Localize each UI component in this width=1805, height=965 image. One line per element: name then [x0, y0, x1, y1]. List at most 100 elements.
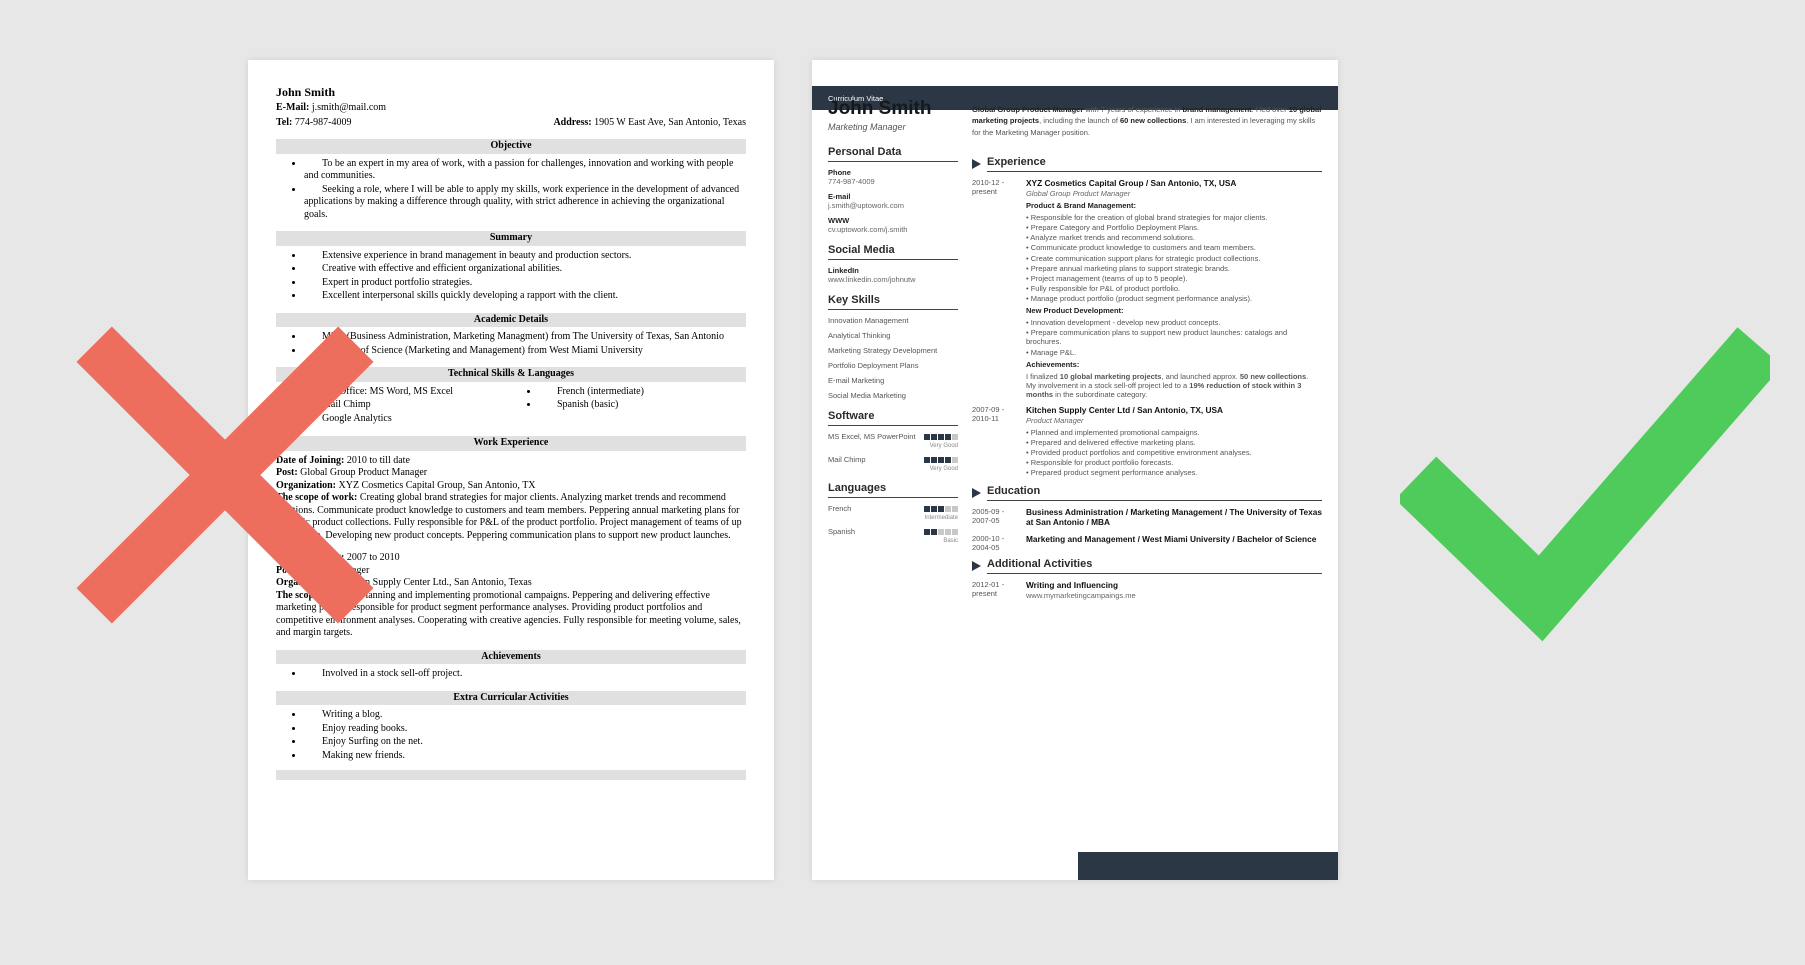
list-item: French (intermediate) — [539, 386, 746, 399]
bullet: Create communication support plans for s… — [1026, 254, 1322, 263]
arrow-right-icon — [972, 159, 981, 169]
bullet: Innovation development - develop new pro… — [1026, 318, 1322, 327]
title: Marketing Manager — [828, 122, 958, 132]
bullet: Project management (teams of up to 5 peo… — [1026, 274, 1322, 283]
list-item: Expert in product portfolio strategies. — [304, 277, 746, 290]
skill-item: Social Media Marketing — [828, 391, 958, 400]
summary: Global Group Product Manager with 7 year… — [972, 104, 1322, 138]
list-item: Mail Chimp — [304, 399, 511, 412]
footer-accent — [1078, 852, 1338, 880]
name: John Smith — [828, 98, 958, 120]
software-item: MS Excel, MS PowerPoint Very Good — [828, 432, 958, 449]
lang-skills: French (intermediate) Spanish (basic) — [511, 386, 746, 427]
list-item: Extensive experience in brand management… — [304, 250, 746, 263]
arrow-right-icon — [972, 561, 981, 571]
experience-2: 2007-09 - 2010-11 Kitchen Supply Center … — [972, 405, 1322, 479]
bullet: Provided product portfolios and competit… — [1026, 448, 1322, 457]
contact-email: E-mailj.smith@uptowork.com — [828, 192, 958, 210]
bullet: Planned and implemented promotional camp… — [1026, 428, 1322, 437]
name: John Smith — [276, 85, 386, 100]
academic-heading: Academic Details — [276, 313, 746, 328]
achievement-line: I finalized 10 global marketing projects… — [1026, 372, 1322, 381]
list-item: Spanish (basic) — [539, 399, 746, 412]
extra-heading: Extra Curricular Activities — [276, 691, 746, 706]
address: Address: 1905 W East Ave, San Antonio, T… — [553, 117, 746, 130]
list-item: Excellent interpersonal skills quickly d… — [304, 290, 746, 303]
bullet: Prepare Category and Portfolio Deploymen… — [1026, 223, 1322, 232]
achievement-line: My involvement in a stock sell-off proje… — [1026, 381, 1322, 399]
activities-heading: Additional Activities — [972, 558, 1322, 574]
list-item: Enjoy reading books. — [304, 723, 746, 736]
summary-list: Extensive experience in brand management… — [276, 250, 746, 303]
list-item: Bachelor of Science (Marketing and Manag… — [304, 345, 746, 358]
job-2: Date of Joining: 2007 to 2010 Post: Prod… — [276, 552, 746, 640]
list-item: Writing a blog. — [304, 709, 746, 722]
languages-heading: Languages — [828, 482, 958, 498]
tel-line: Tel: 774-987-4009 — [276, 117, 386, 130]
bullet: Prepared product segment performance ana… — [1026, 468, 1322, 477]
list-item: Involved in a stock sell-off project. — [304, 668, 746, 681]
objective-list: To be an expert in my area of work, with… — [276, 158, 746, 222]
software-heading: Software — [828, 410, 958, 426]
language-item: French Intermediate — [828, 504, 958, 521]
skill-item: E-mail Marketing — [828, 376, 958, 385]
bullet: Prepare annual marketing plans to suppor… — [1026, 264, 1322, 273]
sidebar: John Smith Marketing Manager Personal Da… — [828, 98, 958, 856]
list-item: Making new friends. — [304, 750, 746, 763]
bullet: Manage P&L. — [1026, 348, 1322, 357]
work-heading: Work Experience — [276, 436, 746, 451]
list-item: Google Analytics — [304, 413, 511, 426]
list-item: MBA (Business Administration, Marketing … — [304, 331, 746, 344]
email-line: E-Mail: j.smith@mail.com — [276, 102, 386, 115]
resume-bad: John Smith E-Mail: j.smith@mail.com Tel:… — [248, 60, 774, 880]
list-item: To be an expert in my area of work, with… — [304, 158, 746, 183]
comparison-stage: John Smith E-Mail: j.smith@mail.com Tel:… — [0, 0, 1805, 965]
check-mark-icon — [1400, 295, 1770, 665]
achievements-heading: Achievements — [276, 650, 746, 665]
list-item: Creative with effective and efficient or… — [304, 263, 746, 276]
skill-item: Analytical Thinking — [828, 331, 958, 340]
social-heading: Social Media — [828, 244, 958, 260]
bullet: Prepared and delivered effective marketi… — [1026, 438, 1322, 447]
achievements-list: Involved in a stock sell-off project. — [276, 668, 746, 681]
bullet: Manage product portfolio (product segmen… — [1026, 294, 1322, 303]
list-item: Enjoy Surfing on the net. — [304, 736, 746, 749]
arrow-right-icon — [972, 488, 981, 498]
education-1: 2005-09 - 2007-05 Business Administratio… — [972, 507, 1322, 528]
bullet: Prepare communication plans to support n… — [1026, 328, 1322, 346]
experience-heading: Experience — [972, 156, 1322, 172]
activity-1: 2012-01 - present Writing and Influencin… — [972, 580, 1322, 603]
extra-list: Writing a blog. Enjoy reading books. Enj… — [276, 709, 746, 762]
skills-heading: Technical Skills & Languages — [276, 367, 746, 382]
software-item: Mail Chimp Very Good — [828, 455, 958, 472]
personal-heading: Personal Data — [828, 146, 958, 162]
skill-item: Innovation Management — [828, 316, 958, 325]
main-column: Global Group Product Manager with 7 year… — [972, 98, 1322, 856]
education-heading: Education — [972, 485, 1322, 501]
skill-item: Portfolio Deployment Plans — [828, 361, 958, 370]
language-item: Spanish Basic — [828, 527, 958, 544]
contact-phone: Phone774-987-4009 — [828, 168, 958, 186]
rating-dots — [924, 506, 958, 512]
list-item: MS Office: MS Word, MS Excel — [304, 386, 511, 399]
bullet: Fully responsible for P&L of product por… — [1026, 284, 1322, 293]
experience-1: 2010-12 - present XYZ Cosmetics Capital … — [972, 178, 1322, 399]
bullet: Analyze market trends and recommend solu… — [1026, 233, 1322, 242]
summary-heading: Summary — [276, 231, 746, 246]
rating-dots — [924, 457, 958, 463]
rating-dots — [924, 434, 958, 440]
bullet: Responsible for the creation of global b… — [1026, 213, 1322, 222]
bullet: Responsible for product portfolio foreca… — [1026, 458, 1322, 467]
academic-list: MBA (Business Administration, Marketing … — [276, 331, 746, 357]
job-1: Date of Joining: 2010 to till date Post:… — [276, 455, 746, 543]
education-2: 2000-10 - 2004-05 Marketing and Manageme… — [972, 534, 1322, 552]
contact-www: WWWcv.uptowork.com/j.smith — [828, 216, 958, 234]
bullet: Communicate product knowledge to custome… — [1026, 243, 1322, 252]
objective-heading: Objective — [276, 139, 746, 154]
tech-skills: MS Office: MS Word, MS Excel Mail Chimp … — [276, 386, 511, 427]
social-linkedin: LinkedInwww.linkedin.com/johnutw — [828, 266, 958, 284]
resume-good: Curriculum Vitae John Smith Marketing Ma… — [812, 60, 1338, 880]
keyskills-heading: Key Skills — [828, 294, 958, 310]
skill-item: Marketing Strategy Development — [828, 346, 958, 355]
list-item: Seeking a role, where I will be able to … — [304, 184, 746, 222]
